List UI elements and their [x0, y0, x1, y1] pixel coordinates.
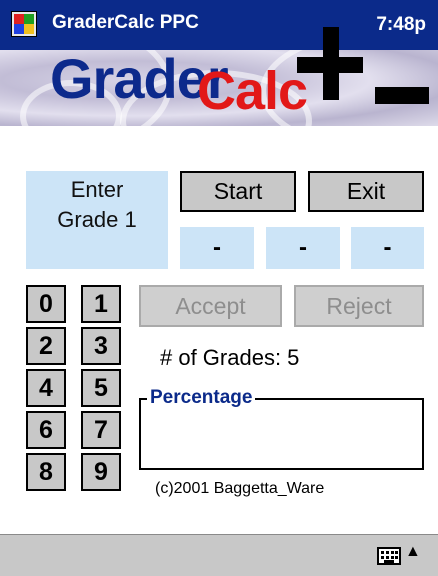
- credit-text: (c)2001 Baggetta_Ware: [155, 480, 325, 497]
- grade-slot-3: -: [351, 227, 424, 269]
- digit-1-button[interactable]: 1: [81, 285, 121, 323]
- app-title: GraderCalc PPC: [52, 12, 199, 33]
- menu-bar: ▲: [0, 534, 438, 576]
- grade-slot-2: -: [266, 227, 340, 269]
- input-menu-arrow-icon[interactable]: ▲: [405, 543, 421, 561]
- reject-button[interactable]: Reject: [294, 285, 424, 327]
- title-bar: GraderCalc PPC 7:48p: [0, 0, 438, 50]
- digit-9-button[interactable]: 9: [81, 453, 121, 491]
- digit-3-button[interactable]: 3: [81, 327, 121, 365]
- digit-0-button[interactable]: 0: [26, 285, 66, 323]
- logo-banner: Grader Calc: [0, 50, 438, 126]
- digit-5-button[interactable]: 5: [81, 369, 121, 407]
- digit-2-button[interactable]: 2: [26, 327, 66, 365]
- windows-flag-icon[interactable]: [11, 11, 37, 37]
- digit-4-button[interactable]: 4: [26, 369, 66, 407]
- prompt-line-1: Enter: [70, 177, 124, 202]
- grade-prompt: Enter Grade 1: [26, 171, 168, 269]
- digit-8-button[interactable]: 8: [26, 453, 66, 491]
- digit-6-button[interactable]: 6: [26, 411, 66, 449]
- prompt-line-2: Grade 1: [57, 207, 137, 232]
- accept-button[interactable]: Accept: [139, 285, 282, 327]
- logo-text-calc: Calc: [197, 61, 308, 121]
- start-button[interactable]: Start: [180, 171, 296, 212]
- digit-7-button[interactable]: 7: [81, 411, 121, 449]
- exit-button[interactable]: Exit: [308, 171, 424, 212]
- grade-count: # of Grades: 5: [160, 345, 300, 370]
- keyboard-icon[interactable]: [377, 547, 401, 565]
- clock[interactable]: 7:48p: [376, 14, 426, 36]
- grade-slot-1: -: [180, 227, 254, 269]
- minus-icon: [375, 87, 429, 104]
- percentage-label: Percentage: [147, 387, 256, 409]
